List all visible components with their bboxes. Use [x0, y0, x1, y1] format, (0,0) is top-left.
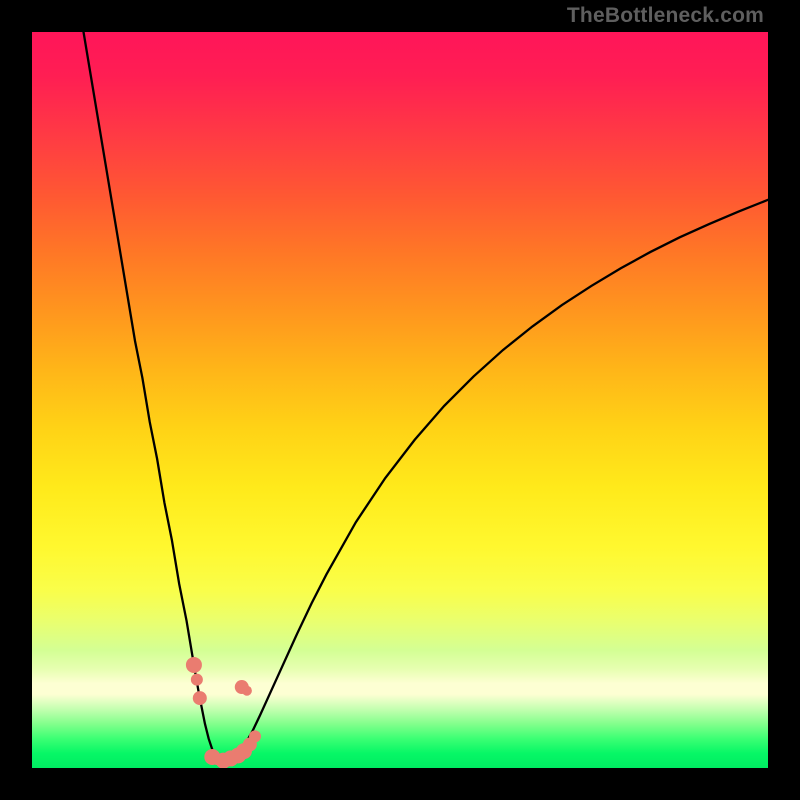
data-marker [186, 657, 202, 673]
data-marker [242, 686, 252, 696]
chart-frame: TheBottleneck.com [0, 0, 800, 800]
bottleneck-curve [84, 32, 768, 766]
watermark-text: TheBottleneck.com [567, 4, 764, 28]
data-marker [191, 674, 203, 686]
data-marker [249, 730, 261, 742]
data-marker [193, 691, 207, 705]
plot-area [32, 32, 768, 768]
curve-layer [32, 32, 768, 768]
data-markers [186, 657, 261, 768]
